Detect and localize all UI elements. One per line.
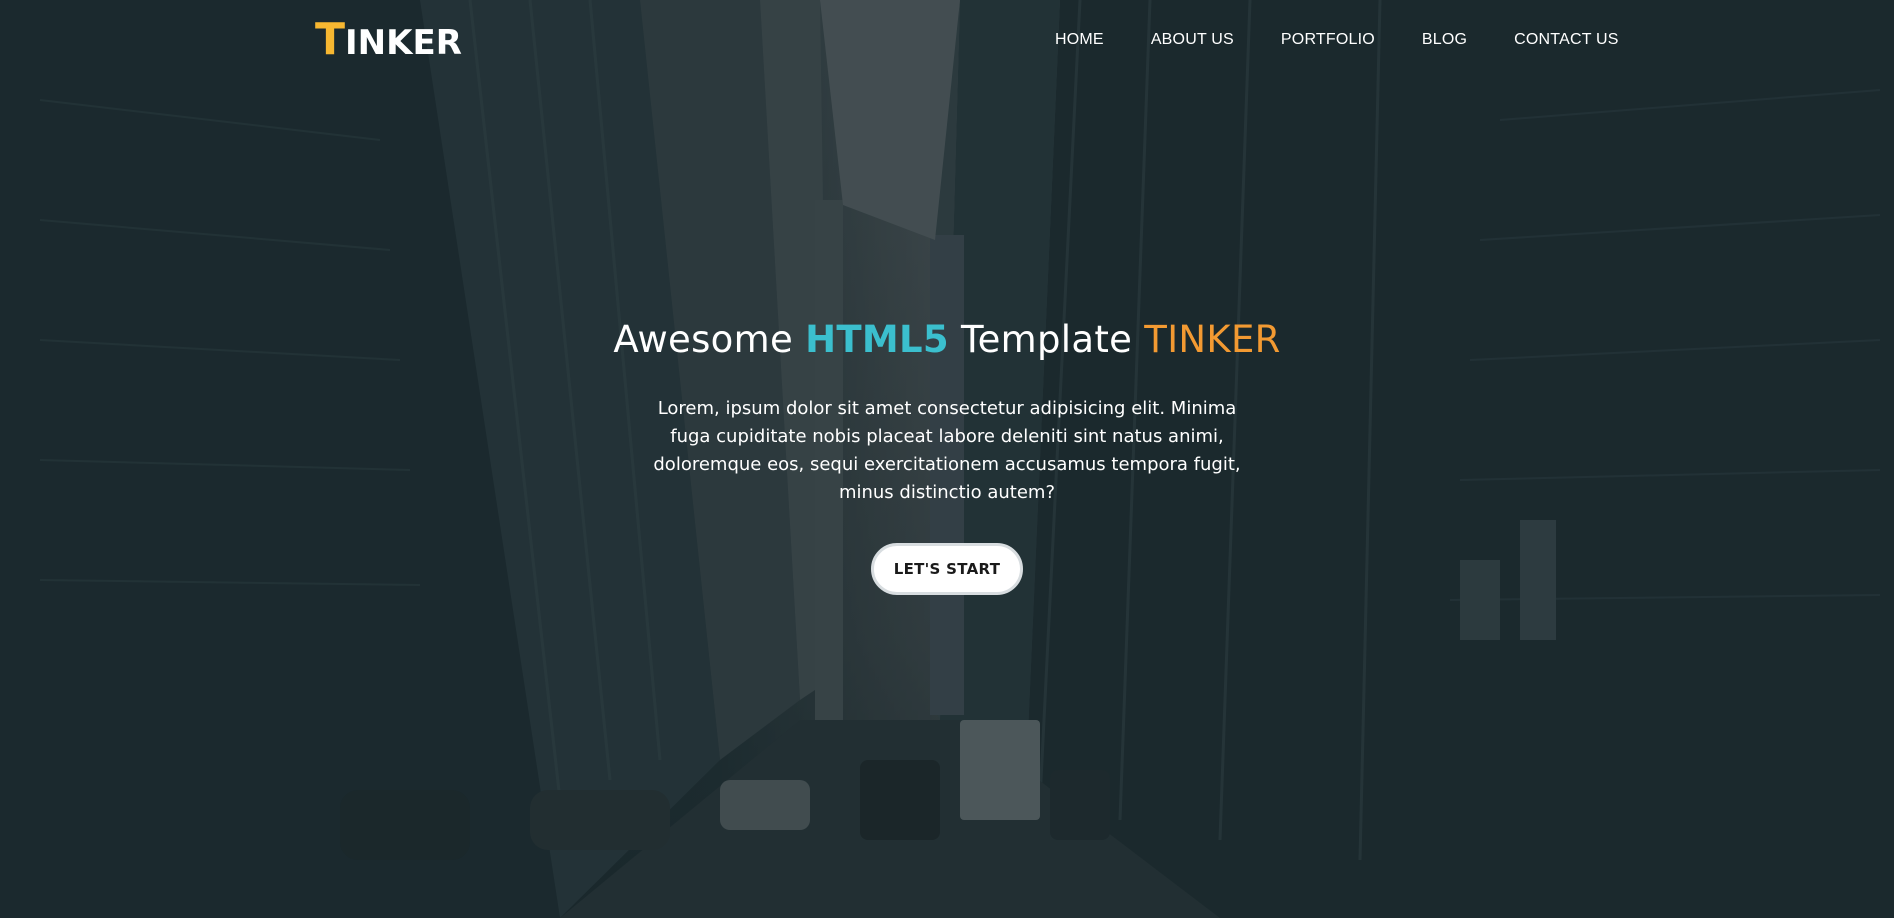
hero-section: Awesome HTML5 Template TINKER Lorem, ips… [0, 315, 1894, 595]
site-header: TINKER HOME ABOUT US PORTFOLIO BLOG CONT… [0, 0, 1894, 82]
nav-link-home[interactable]: HOME [1055, 31, 1104, 48]
hero-title-part2: Template [948, 318, 1145, 361]
logo-rest: INKER [345, 23, 462, 63]
hero-title-part1: Awesome [613, 318, 806, 361]
lets-start-button[interactable]: LET'S START [871, 543, 1023, 595]
nav-item-blog: BLOG [1422, 28, 1467, 52]
nav-link-contact-us[interactable]: CONTACT US [1514, 31, 1619, 48]
nav-item-contact-us: CONTACT US [1514, 28, 1619, 52]
hero-description: Lorem, ipsum dolor sit amet consectetur … [653, 398, 1241, 503]
nav-link-about-us[interactable]: ABOUT US [1151, 31, 1234, 48]
nav-item-home: HOME [1055, 28, 1104, 52]
hero-title-accent-tinker: TINKER [1144, 318, 1281, 361]
logo-first-letter: T [315, 14, 346, 65]
hero-title-accent-html5: HTML5 [805, 318, 949, 361]
main-nav: HOME ABOUT US PORTFOLIO BLOG CONTACT US [1055, 28, 1619, 52]
nav-link-blog[interactable]: BLOG [1422, 31, 1467, 48]
nav-item-about-us: ABOUT US [1151, 28, 1234, 52]
site-logo[interactable]: TINKER [315, 18, 462, 65]
nav-item-portfolio: PORTFOLIO [1281, 28, 1375, 52]
hero-title: Awesome HTML5 Template TINKER [0, 315, 1894, 365]
nav-link-portfolio[interactable]: PORTFOLIO [1281, 31, 1375, 48]
